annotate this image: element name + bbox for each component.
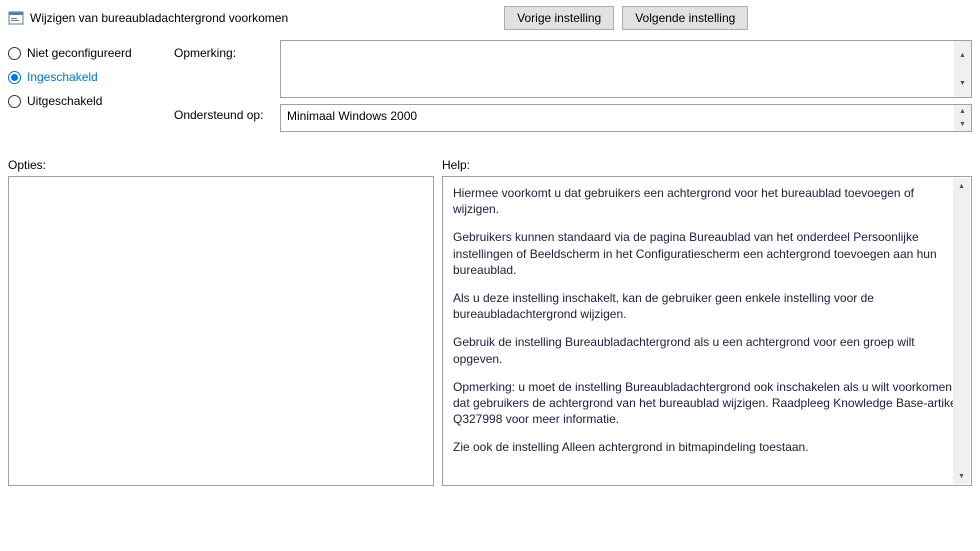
state-radio-not-configured[interactable]: Niet geconfigureerd (8, 46, 168, 60)
comment-scroll-down[interactable]: ▼ (954, 69, 971, 97)
supported-on-field: Minimaal Windows 2000 (280, 104, 972, 132)
help-scroll-track[interactable] (953, 194, 970, 468)
window-title: Wijzigen van bureaubladachtergrond voork… (30, 11, 288, 25)
radio-label: Niet geconfigureerd (27, 46, 132, 60)
help-scroll-up[interactable]: ▲ (953, 178, 970, 194)
help-paragraph: Opmerking: u moet de instelling Bureaubl… (453, 379, 961, 428)
supported-scroll-up[interactable]: ▲ (954, 105, 971, 118)
radio-icon (8, 47, 21, 60)
help-paragraph: Gebruikers kunnen standaard via de pagin… (453, 229, 961, 278)
radio-label: Ingeschakeld (27, 70, 98, 84)
comment-textarea[interactable] (280, 40, 972, 98)
help-paragraph: Zie ook de instelling Alleen achtergrond… (453, 439, 961, 455)
help-paragraph: Gebruik de instelling Bureaubladachtergr… (453, 334, 961, 366)
previous-setting-button[interactable]: Vorige instelling (504, 6, 614, 30)
state-radio-enabled[interactable]: Ingeschakeld (8, 70, 168, 84)
help-scroll-down[interactable]: ▼ (953, 468, 970, 484)
comment-scroll-up[interactable]: ▲ (954, 41, 971, 69)
comment-label: Opmerking: (174, 40, 274, 60)
options-label: Opties: (8, 158, 442, 172)
state-radio-group: Niet geconfigureerd Ingeschakeld Uitgescha… (8, 40, 168, 108)
options-panel[interactable] (8, 176, 434, 486)
help-panel: Hiermee voorkomt u dat gebruikers een ac… (442, 176, 972, 486)
help-label: Help: (442, 158, 470, 172)
help-paragraph: Hiermee voorkomt u dat gebruikers een ac… (453, 185, 961, 217)
help-paragraph: Als u deze instelling inschakelt, kan de… (453, 290, 961, 322)
policy-icon (8, 10, 24, 26)
radio-label: Uitgeschakeld (27, 94, 102, 108)
supported-scroll-down[interactable]: ▼ (954, 118, 971, 131)
radio-icon (8, 95, 21, 108)
state-radio-disabled[interactable]: Uitgeschakeld (8, 94, 168, 108)
next-setting-button[interactable]: Volgende instelling (622, 6, 748, 30)
radio-icon (8, 71, 21, 84)
supported-on-label: Ondersteund op: (174, 104, 274, 122)
